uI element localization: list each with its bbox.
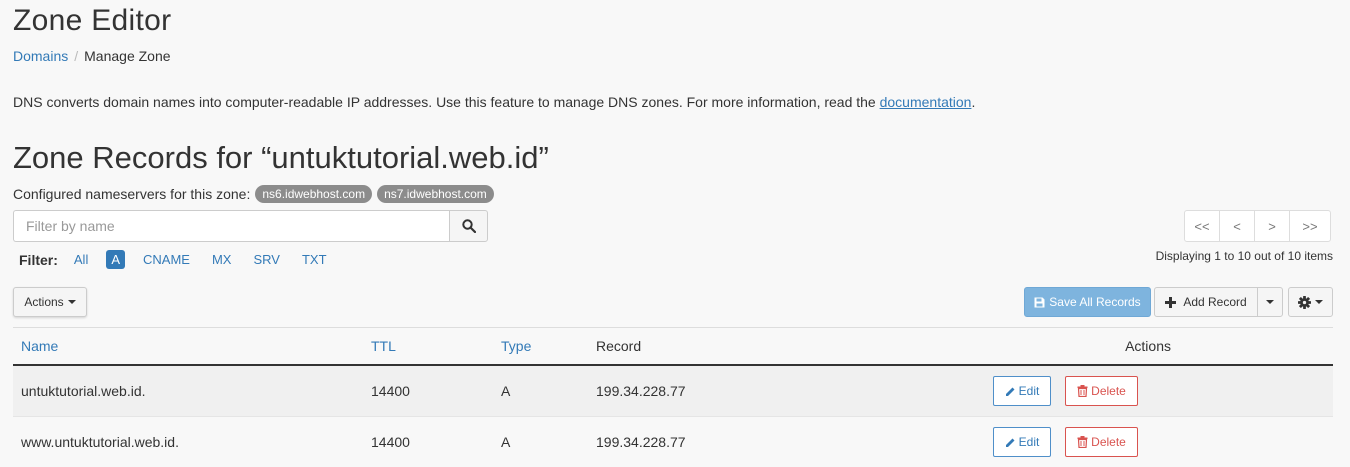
nameservers-label: Configured nameservers for this zone: <box>13 186 250 202</box>
record-ttl-cell: 14400 <box>363 365 493 417</box>
record-value-cell: 199.34.228.77 <box>588 417 993 467</box>
description-end: . <box>971 94 975 110</box>
search-input[interactable] <box>13 210 449 242</box>
filter-mx[interactable]: MX <box>212 250 232 269</box>
gear-icon <box>1298 296 1311 309</box>
search-button[interactable] <box>449 210 488 242</box>
name-column-header[interactable]: Name <box>13 328 363 366</box>
caret-down-icon <box>1315 300 1323 304</box>
nameserver-badge: ns6.idwebhost.com <box>255 185 372 203</box>
record-actions-cell: Edit Delete <box>993 365 1333 417</box>
actions-dropdown-button[interactable]: Actions <box>13 287 87 317</box>
pencil-icon <box>1005 386 1016 397</box>
add-record-button[interactable]: Add Record <box>1154 287 1258 317</box>
breadcrumb-separator: / <box>74 48 78 64</box>
plus-icon <box>1165 297 1176 308</box>
settings-dropdown-button[interactable] <box>1288 287 1333 317</box>
record-column-header: Record <box>588 328 993 366</box>
actions-column-header: Actions <box>993 328 1333 366</box>
edit-label: Edit <box>1019 435 1040 449</box>
table-header-row: Name TTL Type Record Actions <box>13 328 1333 366</box>
filter-all[interactable]: All <box>74 250 88 269</box>
add-record-dropdown-toggle[interactable] <box>1257 287 1283 317</box>
search-icon <box>462 219 476 233</box>
delete-button[interactable]: Delete <box>1065 376 1138 406</box>
table-row: www.untuktutorial.web.id. 14400 A 199.34… <box>13 417 1333 467</box>
pencil-icon <box>1005 437 1016 448</box>
first-page-button[interactable]: << <box>1184 210 1220 242</box>
filter-a[interactable]: A <box>106 250 125 269</box>
sort-by-type-link[interactable]: Type <box>501 338 531 354</box>
row-actions: Edit Delete <box>993 427 1325 457</box>
delete-label: Delete <box>1091 384 1126 398</box>
edit-button[interactable]: Edit <box>993 376 1051 406</box>
nameservers-info: Configured nameservers for this zone: ns… <box>13 185 494 203</box>
nameserver-badge: ns7.idwebhost.com <box>377 185 494 203</box>
caret-down-icon <box>1266 300 1274 304</box>
sort-by-ttl-link[interactable]: TTL <box>371 338 396 354</box>
actions-label: Actions <box>24 295 63 309</box>
record-name-cell: www.untuktutorial.web.id. <box>13 417 363 467</box>
record-type-cell: A <box>493 365 588 417</box>
floppy-disk-icon <box>1034 297 1045 308</box>
edit-label: Edit <box>1019 384 1040 398</box>
save-all-records-button[interactable]: Save All Records <box>1024 287 1151 317</box>
record-name-cell: untuktutorial.web.id. <box>13 365 363 417</box>
row-actions: Edit Delete <box>993 376 1325 406</box>
previous-page-button[interactable]: < <box>1219 210 1255 242</box>
actions-header-label: Actions <box>993 338 1171 354</box>
record-value-cell: 199.34.228.77 <box>588 365 993 417</box>
documentation-link[interactable]: documentation <box>880 94 972 110</box>
type-filter: Filter: All A CNAME MX SRV TXT <box>19 250 349 269</box>
page-description: DNS converts domain names into computer-… <box>13 94 975 110</box>
delete-button[interactable]: Delete <box>1065 427 1138 457</box>
delete-label: Delete <box>1091 435 1126 449</box>
record-actions-cell: Edit Delete <box>993 417 1333 467</box>
edit-button[interactable]: Edit <box>993 427 1051 457</box>
next-page-button[interactable]: > <box>1254 210 1290 242</box>
filter-label: Filter: <box>19 252 58 268</box>
trash-icon <box>1077 385 1088 397</box>
breadcrumb: Domains / Manage Zone <box>13 48 171 64</box>
trash-icon <box>1077 436 1088 448</box>
add-record-label: Add Record <box>1183 295 1246 309</box>
pagination: << < > >> <box>1184 210 1331 242</box>
description-text: DNS converts domain names into computer-… <box>13 94 880 110</box>
filter-txt[interactable]: TXT <box>302 250 327 269</box>
search-group <box>13 210 488 242</box>
zone-records-heading: Zone Records for “untuktutorial.web.id” <box>13 140 549 176</box>
breadcrumb-domains-link[interactable]: Domains <box>13 48 68 64</box>
record-ttl-cell: 14400 <box>363 417 493 467</box>
type-column-header[interactable]: Type <box>493 328 588 366</box>
save-all-records-label: Save All Records <box>1049 295 1140 309</box>
filter-srv[interactable]: SRV <box>253 250 280 269</box>
page-title: Zone Editor <box>13 4 171 38</box>
caret-down-icon <box>68 300 76 304</box>
zone-records-table: Name TTL Type Record Actions untuktutori… <box>13 327 1333 467</box>
breadcrumb-current: Manage Zone <box>84 48 170 64</box>
filter-cname[interactable]: CNAME <box>143 250 190 269</box>
record-type-cell: A <box>493 417 588 467</box>
last-page-button[interactable]: >> <box>1289 210 1331 242</box>
ttl-column-header[interactable]: TTL <box>363 328 493 366</box>
pagination-info: Displaying 1 to 10 out of 10 items <box>1156 249 1333 263</box>
sort-by-name-link[interactable]: Name <box>21 338 58 354</box>
table-row: untuktutorial.web.id. 14400 A 199.34.228… <box>13 365 1333 417</box>
